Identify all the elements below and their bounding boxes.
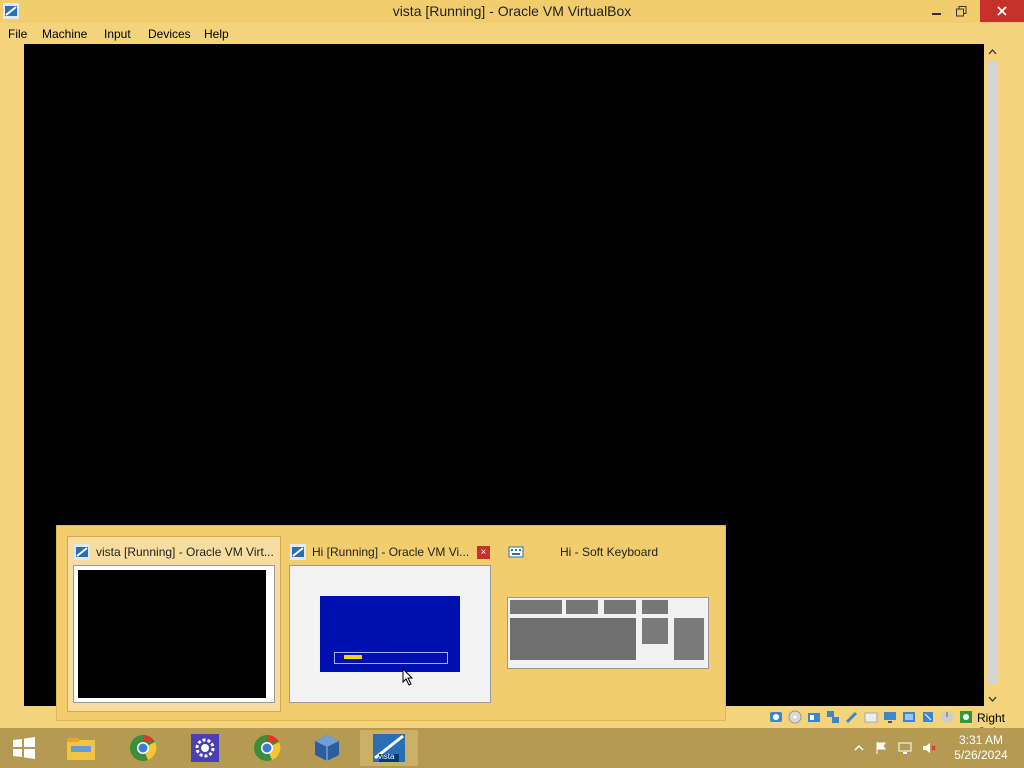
mouse-integration-icon[interactable] — [940, 710, 954, 724]
switcher-item-soft-keyboard[interactable]: Hi - Soft Keyboard — [499, 536, 713, 712]
switcher-item-title: Hi [Running] - Oracle VM Vi... — [312, 545, 470, 559]
taskbar-chrome[interactable] — [114, 730, 172, 766]
speaker-muted-icon[interactable] — [922, 741, 936, 755]
virtualbox-icon — [290, 544, 306, 560]
switcher-item-vista[interactable]: vista [Running] - Oracle VM Virt... — [67, 536, 281, 712]
close-icon[interactable]: × — [477, 546, 490, 559]
close-icon — [997, 6, 1007, 16]
network-icon[interactable] — [826, 710, 840, 724]
minimize-icon — [932, 13, 941, 15]
restore-button[interactable] — [950, 0, 972, 22]
cpu-icon[interactable] — [921, 710, 935, 724]
settings-icon — [191, 734, 219, 762]
flag-icon[interactable] — [874, 741, 888, 755]
menu-bar: File Machine Input Devices Help — [0, 23, 1024, 44]
vista-label: vista — [378, 752, 395, 761]
audio-icon[interactable] — [807, 710, 821, 724]
display-icon[interactable] — [883, 710, 897, 724]
taskbar: vista 3:31 AM 5/26/2024 — [0, 728, 1024, 768]
menu-input[interactable]: Input — [104, 27, 131, 41]
scroll-down-icon[interactable] — [988, 694, 997, 703]
scroll-up-icon[interactable] — [988, 48, 997, 57]
show-hidden-icons-icon[interactable] — [852, 741, 866, 755]
window-switcher: vista [Running] - Oracle VM Virt... Hi [… — [56, 525, 726, 721]
minimize-button[interactable] — [926, 0, 948, 22]
window-preview — [289, 565, 491, 703]
cursor-icon — [402, 668, 414, 686]
menu-machine[interactable]: Machine — [42, 27, 87, 41]
window-preview — [73, 565, 275, 703]
menu-help[interactable]: Help — [204, 27, 229, 41]
taskbar-settings[interactable] — [176, 730, 234, 766]
hard-disk-icon[interactable] — [769, 710, 783, 724]
virtualbox-icon — [74, 544, 90, 560]
network-icon[interactable] — [898, 741, 912, 755]
shared-folders-icon[interactable] — [864, 710, 878, 724]
taskbar-virtualbox[interactable] — [298, 730, 356, 766]
host-key-indicator-icon[interactable] — [959, 710, 973, 724]
vertical-scrollbar[interactable] — [985, 44, 1000, 707]
restore-icon — [955, 5, 966, 16]
menu-devices[interactable]: Devices — [148, 27, 191, 41]
scroll-track[interactable] — [987, 61, 998, 684]
switcher-item-title: Hi - Soft Keyboard — [560, 545, 659, 559]
virtualbox-icon — [315, 735, 339, 761]
file-explorer-icon — [67, 738, 95, 760]
taskbar-file-explorer[interactable] — [52, 730, 110, 766]
taskbar-vista-vm[interactable]: vista — [360, 730, 418, 766]
optical-drive-icon[interactable] — [788, 710, 802, 724]
close-button[interactable] — [980, 0, 1024, 22]
clock-time: 3:31 AM — [958, 733, 1004, 747]
clock[interactable]: 3:31 AM 5/26/2024 — [950, 733, 1012, 763]
chrome-icon — [254, 734, 281, 761]
chrome-icon — [130, 734, 157, 761]
windows-start-icon — [13, 737, 35, 759]
taskbar-chrome-2[interactable] — [238, 730, 296, 766]
window-preview — [507, 597, 709, 669]
keyboard-icon — [508, 546, 524, 558]
start-button[interactable] — [0, 730, 48, 766]
video-capture-icon[interactable] — [902, 710, 916, 724]
menu-file[interactable]: File — [8, 27, 27, 41]
switcher-item-title: vista [Running] - Oracle VM Virt... — [96, 545, 274, 559]
switcher-item-hi[interactable]: Hi [Running] - Oracle VM Vi... × — [283, 536, 497, 712]
window-title: vista [Running] - Oracle VM VirtualBox — [392, 3, 632, 19]
usb-icon[interactable] — [845, 710, 859, 724]
clock-date: 5/26/2024 — [954, 748, 1008, 762]
title-bar: vista [Running] - Oracle VM VirtualBox — [0, 0, 1024, 23]
